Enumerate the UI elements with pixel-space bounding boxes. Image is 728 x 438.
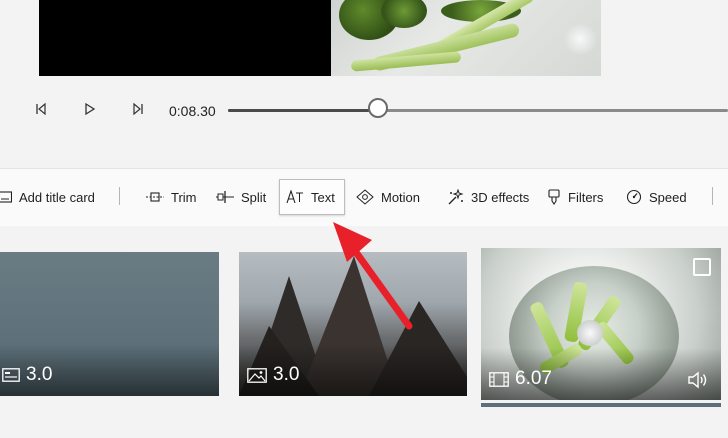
3d-effects-label: 3D effects — [471, 189, 530, 205]
toolbar-divider — [712, 187, 713, 205]
video-frame-image — [331, 0, 601, 76]
card-duration: 6.07 — [489, 368, 552, 390]
filters-button[interactable]: Filters — [541, 179, 609, 215]
speed-button[interactable]: Speed — [620, 179, 693, 215]
card-duration: 3.0 — [2, 364, 52, 386]
seek-thumb[interactable] — [368, 98, 388, 118]
motion-icon — [356, 189, 374, 205]
preview-pane: 0:08.30 — [0, 0, 728, 168]
split-button[interactable]: Split — [210, 179, 272, 215]
add-title-card-button[interactable]: Add title card — [0, 179, 101, 215]
add-title-card-label: Add title card — [19, 189, 95, 205]
seek-bar-played — [228, 109, 378, 112]
toolbar-divider — [119, 187, 120, 205]
selected-card-indicator — [481, 403, 721, 407]
split-icon — [216, 191, 234, 203]
card-duration-value: 6.07 — [515, 368, 552, 389]
blender-blade-shape — [577, 320, 603, 346]
edit-toolbar: Add title card Trim Split Text Motion 3D… — [0, 168, 728, 227]
storyboard-card-image[interactable]: 3.0 — [239, 252, 467, 396]
glass-shape — [563, 24, 597, 54]
storyboard-card-video[interactable]: 6.07 — [481, 248, 721, 400]
text-label: Text — [311, 189, 335, 205]
previous-frame-button[interactable] — [28, 96, 54, 122]
text-icon — [286, 190, 303, 204]
select-checkbox[interactable] — [693, 258, 711, 276]
video-preview[interactable] — [39, 0, 601, 76]
split-label: Split — [241, 189, 267, 205]
3d-effects-button[interactable]: 3D effects — [440, 179, 535, 215]
card-duration: 3.0 — [247, 364, 299, 386]
motion-label: Motion — [381, 189, 421, 205]
current-time: 0:08.30 — [169, 103, 216, 119]
trim-label: Trim — [171, 189, 197, 205]
volume-icon[interactable] — [687, 371, 709, 389]
play-icon — [85, 102, 96, 116]
card-duration-value: 3.0 — [26, 364, 53, 385]
seek-bar[interactable] — [228, 109, 728, 112]
speedometer-icon — [626, 189, 642, 205]
play-button[interactable] — [77, 96, 103, 122]
trim-button[interactable]: Trim — [140, 179, 203, 215]
image-icon — [247, 367, 267, 383]
storyboard: 3.0 3.0 6.07 — [0, 226, 728, 438]
text-button[interactable]: Text — [279, 179, 345, 215]
storyboard-card-title[interactable]: 3.0 — [0, 252, 219, 396]
trim-icon — [146, 192, 164, 202]
filters-label: Filters — [568, 189, 604, 205]
speed-label: Speed — [649, 189, 687, 205]
broccoli-shape — [381, 0, 427, 28]
card-duration-value: 3.0 — [273, 364, 300, 385]
next-frame-button[interactable] — [125, 96, 151, 122]
sparkle-icon — [448, 189, 464, 205]
step-back-icon — [36, 102, 46, 116]
filters-icon — [548, 189, 560, 205]
step-forward-icon — [133, 102, 143, 116]
motion-button[interactable]: Motion — [350, 179, 426, 215]
title-card-icon — [2, 368, 20, 382]
title-card-icon — [0, 191, 12, 203]
video-icon — [489, 371, 509, 387]
playback-controls: 0:08.30 — [0, 90, 728, 130]
